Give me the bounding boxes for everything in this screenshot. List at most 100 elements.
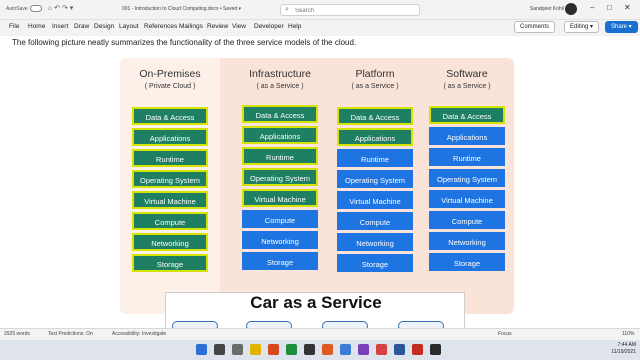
tab-design[interactable]: Design (94, 23, 114, 30)
menu-bar: File Home Insert Draw Design Layout Refe… (0, 20, 640, 35)
maximize-icon[interactable]: □ (607, 3, 612, 12)
service-tile: Operating System (132, 170, 208, 188)
column-title: Platform (355, 68, 395, 80)
minimize-icon[interactable]: – (590, 3, 594, 12)
service-tile: Storage (429, 253, 505, 271)
app-icon[interactable] (430, 344, 441, 355)
column-title: On-Premises (139, 68, 201, 80)
intro-paragraph: The following picture neatly summarizes … (12, 38, 357, 47)
service-tile: Storage (132, 254, 208, 272)
service-tile: Networking (132, 233, 208, 251)
service-tile: Compute (242, 210, 318, 228)
service-tile: Applications (242, 126, 318, 144)
service-tile: Compute (337, 212, 413, 230)
service-tile: Virtual Machine (337, 191, 413, 209)
service-tile: Virtual Machine (429, 190, 505, 208)
column-title: Software (446, 68, 488, 80)
service-tile: Runtime (337, 149, 413, 167)
taskbar: 7:44 AM 11/19/2021 (0, 340, 640, 360)
share-button[interactable]: Share ▾ (605, 21, 638, 33)
document-page[interactable]: The following picture neatly summarizes … (0, 36, 640, 328)
tab-mailings[interactable]: Mailings (179, 23, 203, 30)
app-icon[interactable] (268, 344, 279, 355)
column-subtitle: ( as a Service ) (256, 83, 304, 90)
service-tile: Storage (242, 252, 318, 270)
task-view-icon[interactable] (232, 344, 243, 355)
service-tile: Data & Access (337, 107, 413, 125)
service-tile: Applications (337, 128, 413, 146)
service-tile: Data & Access (132, 107, 208, 125)
tab-view[interactable]: View (232, 23, 246, 30)
service-tile: Operating System (242, 168, 318, 186)
service-tile: Virtual Machine (132, 191, 208, 209)
service-tile: Operating System (337, 170, 413, 188)
service-tile: Compute (429, 211, 505, 229)
search-icon[interactable] (214, 344, 225, 355)
app-icon[interactable] (340, 344, 351, 355)
car-pill (322, 321, 368, 328)
editing-button[interactable]: Editing ▾ (564, 21, 600, 33)
service-tile: Applications (132, 128, 208, 146)
tab-developer[interactable]: Developer (254, 23, 284, 30)
service-tile: Networking (429, 232, 505, 250)
app-icon[interactable] (322, 344, 333, 355)
start-icon[interactable] (196, 344, 207, 355)
search-input[interactable] (295, 6, 415, 15)
column-subtitle: ( as a Service ) (351, 83, 399, 90)
service-tile: Runtime (132, 149, 208, 167)
service-tile: Operating System (429, 169, 505, 187)
file-explorer-icon[interactable] (250, 344, 261, 355)
autosave-label: AutoSave (6, 6, 28, 12)
column-subtitle: ( Private Cloud ) (144, 83, 196, 90)
tab-draw[interactable]: Draw (74, 23, 89, 30)
tab-home[interactable]: Home (28, 23, 45, 30)
search-icon: ⌕ (285, 6, 289, 13)
comments-button[interactable]: Comments (514, 21, 556, 33)
clock-date: 11/19/2021 (611, 349, 636, 355)
quick-access-toolbar[interactable]: ⌂ ↶ ↷ ▾ (48, 4, 73, 12)
word-count[interactable]: 2925 words (4, 331, 30, 337)
document-title: 001 - Introduction to Cloud Computing.do… (122, 6, 242, 12)
tab-help[interactable]: Help (288, 23, 301, 30)
service-tile: Applications (429, 127, 505, 145)
service-tile: Data & Access (429, 106, 505, 124)
car-pill (398, 321, 444, 328)
service-models-diagram: On-Premises ( Private Cloud ) Data & Acces… (120, 58, 514, 314)
title-bar: AutoSave ⌂ ↶ ↷ ▾ 001 - Introduction to C… (0, 0, 640, 20)
car-pill (246, 321, 292, 328)
user-name: Sarabjeet Kohli (530, 6, 564, 12)
app-icon[interactable] (358, 344, 369, 355)
autosave-toggle[interactable] (30, 5, 42, 12)
service-tile: Networking (242, 231, 318, 249)
app-icon[interactable] (304, 344, 315, 355)
zoom-level[interactable]: 110% (622, 331, 634, 337)
app-icon[interactable] (286, 344, 297, 355)
column-title: Infrastructure (249, 68, 311, 80)
app-icon[interactable] (376, 344, 387, 355)
tab-references[interactable]: References (144, 23, 177, 30)
search-box[interactable]: ⌕ (280, 4, 420, 16)
service-tile: Virtual Machine (242, 189, 318, 207)
word-icon[interactable] (394, 344, 405, 355)
car-pill (172, 321, 218, 328)
tab-review[interactable]: Review (207, 23, 228, 30)
column-subtitle: ( as a Service ) (443, 83, 491, 90)
tab-layout[interactable]: Layout (119, 23, 139, 30)
close-icon[interactable]: ✕ (624, 3, 631, 12)
service-tile: Compute (132, 212, 208, 230)
focus-button[interactable]: Focus (498, 331, 512, 337)
system-clock[interactable]: 7:44 AM 11/19/2021 (596, 342, 636, 356)
service-tile: Runtime (429, 148, 505, 166)
service-tile: Storage (337, 254, 413, 272)
tab-file[interactable]: File (9, 23, 19, 30)
service-tile: Data & Access (242, 105, 318, 123)
accessibility-status[interactable]: Accessibility: Investigate (112, 331, 166, 337)
app-icon[interactable] (412, 344, 423, 355)
tab-insert[interactable]: Insert (52, 23, 68, 30)
service-tile: Networking (337, 233, 413, 251)
status-bar: 2925 words Text Predictions: On Accessib… (0, 328, 640, 340)
avatar[interactable] (565, 3, 577, 15)
car-title: Car as a Service (250, 293, 382, 312)
clock-time: 7:44 AM (617, 342, 636, 348)
text-predictions[interactable]: Text Predictions: On (48, 331, 93, 337)
